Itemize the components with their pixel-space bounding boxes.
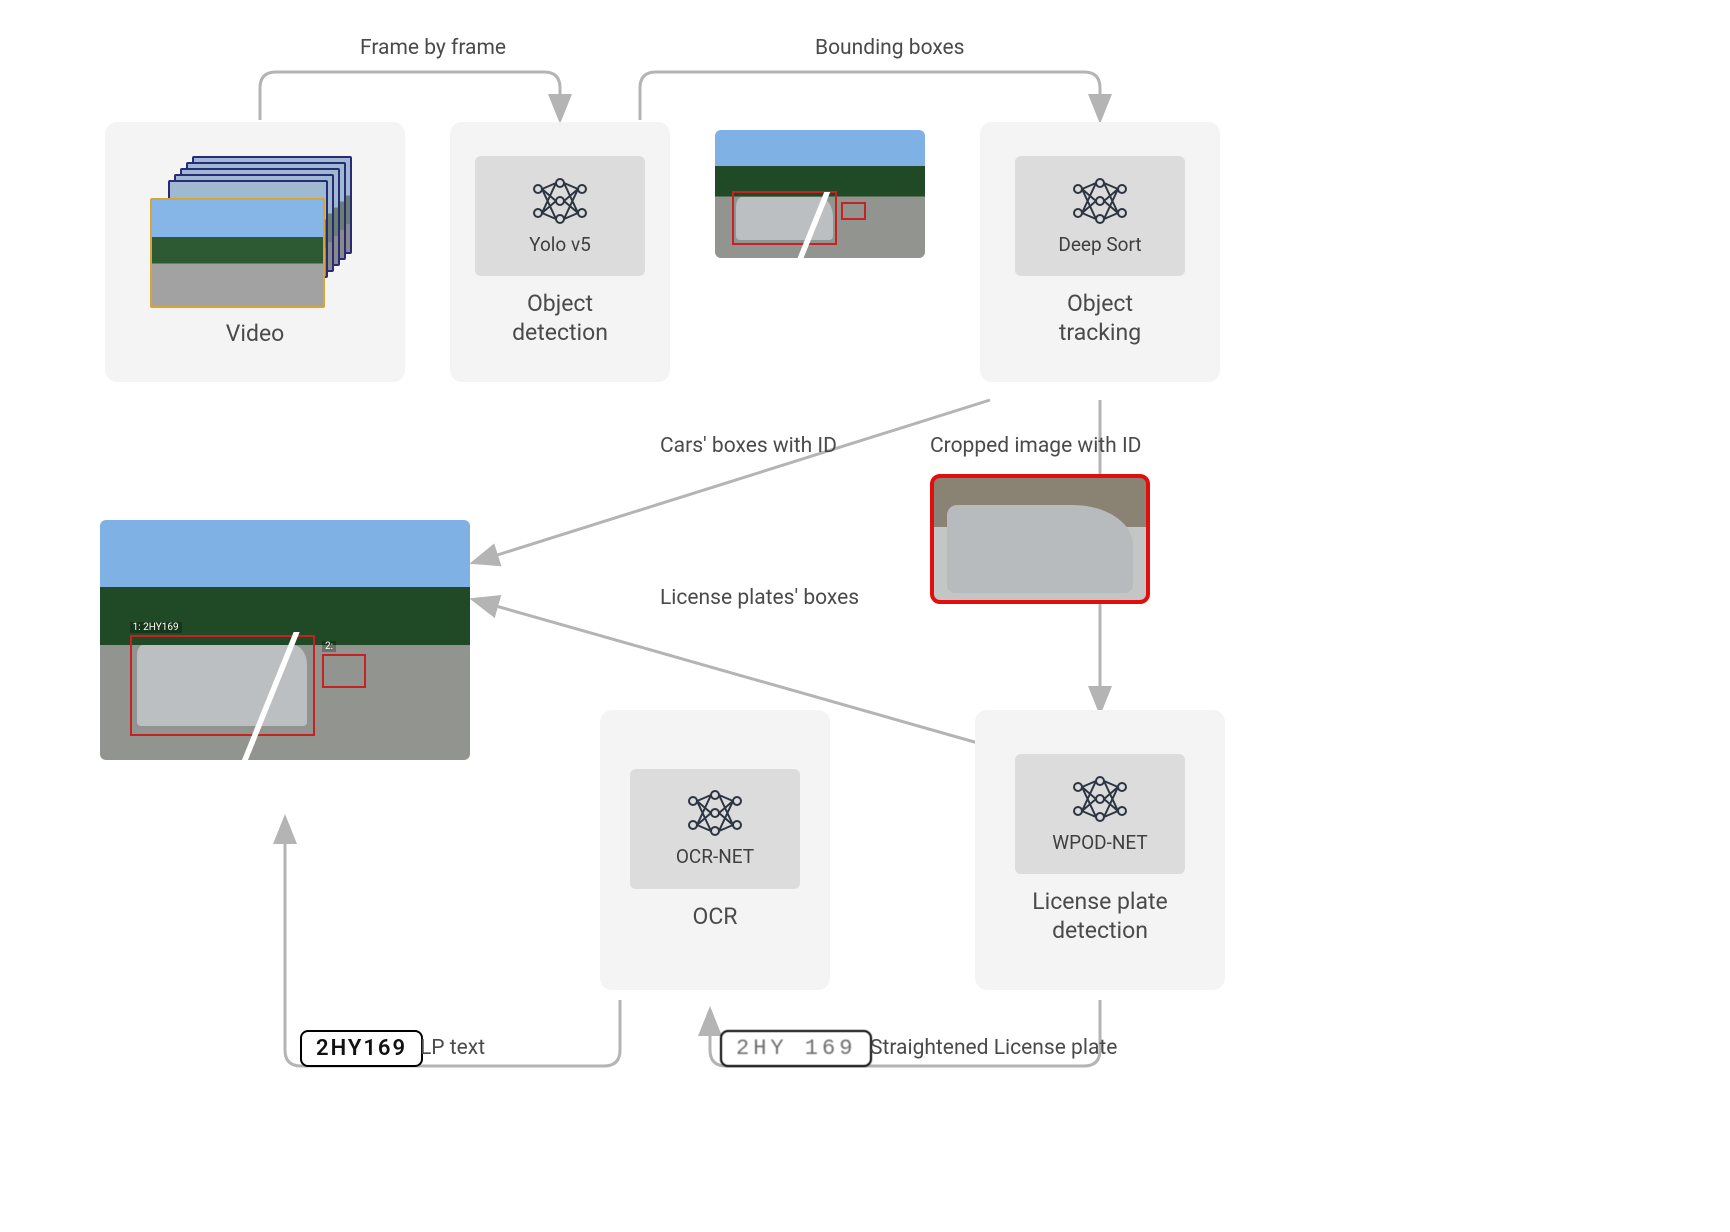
result-bbox-label-1: 1: 2HY169 — [130, 622, 182, 633]
edge-license-plates-boxes: License plates' boxes — [660, 586, 859, 610]
edge-cars-boxes-id: Cars' boxes with ID — [660, 434, 837, 458]
model-wpodnet: WPOD-NET — [1015, 754, 1185, 874]
stage-object-detection: Yolo v5 Object detection — [450, 122, 670, 382]
video-frames-stack — [150, 156, 360, 306]
edge-cropped-image-id: Cropped image with ID — [930, 434, 1141, 458]
result-bbox-label-2: 2: — [322, 641, 336, 652]
plate-text-box: 2HY169 — [300, 1030, 423, 1067]
neural-net-icon — [1070, 177, 1130, 225]
result-annotated-image: 1: 2HY169 2: — [100, 520, 470, 760]
stage-lp-detection: WPOD-NET License plate detection — [975, 710, 1225, 990]
stage-object-tracking: Deep Sort Object tracking — [980, 122, 1220, 382]
neural-net-icon — [530, 177, 590, 225]
model-ocrnet: OCR-NET — [630, 769, 800, 889]
model-wpodnet-label: WPOD-NET — [1052, 831, 1148, 854]
edge-bounding-boxes: Bounding boxes — [815, 36, 965, 60]
stage-lp-detection-label: License plate detection — [1032, 888, 1167, 946]
stage-ocr-label: OCR — [693, 903, 738, 932]
stage-ocr: OCR-NET OCR — [600, 710, 830, 990]
stage-object-detection-label: Object detection — [512, 290, 608, 348]
model-yolo: Yolo v5 — [475, 156, 645, 276]
stage-video: Video — [105, 122, 405, 382]
neural-net-icon — [685, 789, 745, 837]
detection-preview-image — [715, 130, 925, 258]
stage-video-label: Video — [226, 320, 285, 349]
edge-straightened-lp: Straightened License plate — [870, 1036, 1117, 1060]
stage-object-tracking-label: Object tracking — [1059, 290, 1141, 348]
edge-lp-text: LP text — [420, 1036, 485, 1060]
model-ocrnet-label: OCR-NET — [676, 845, 754, 868]
model-yolo-label: Yolo v5 — [529, 233, 591, 256]
edge-frame-by-frame: Frame by frame — [360, 36, 506, 60]
neural-net-icon — [1070, 775, 1130, 823]
model-deepsort-label: Deep Sort — [1058, 233, 1141, 256]
model-deepsort: Deep Sort — [1015, 156, 1185, 276]
cropped-car-image — [930, 474, 1150, 604]
plate-image-box: 2HY 169 — [720, 1030, 872, 1067]
